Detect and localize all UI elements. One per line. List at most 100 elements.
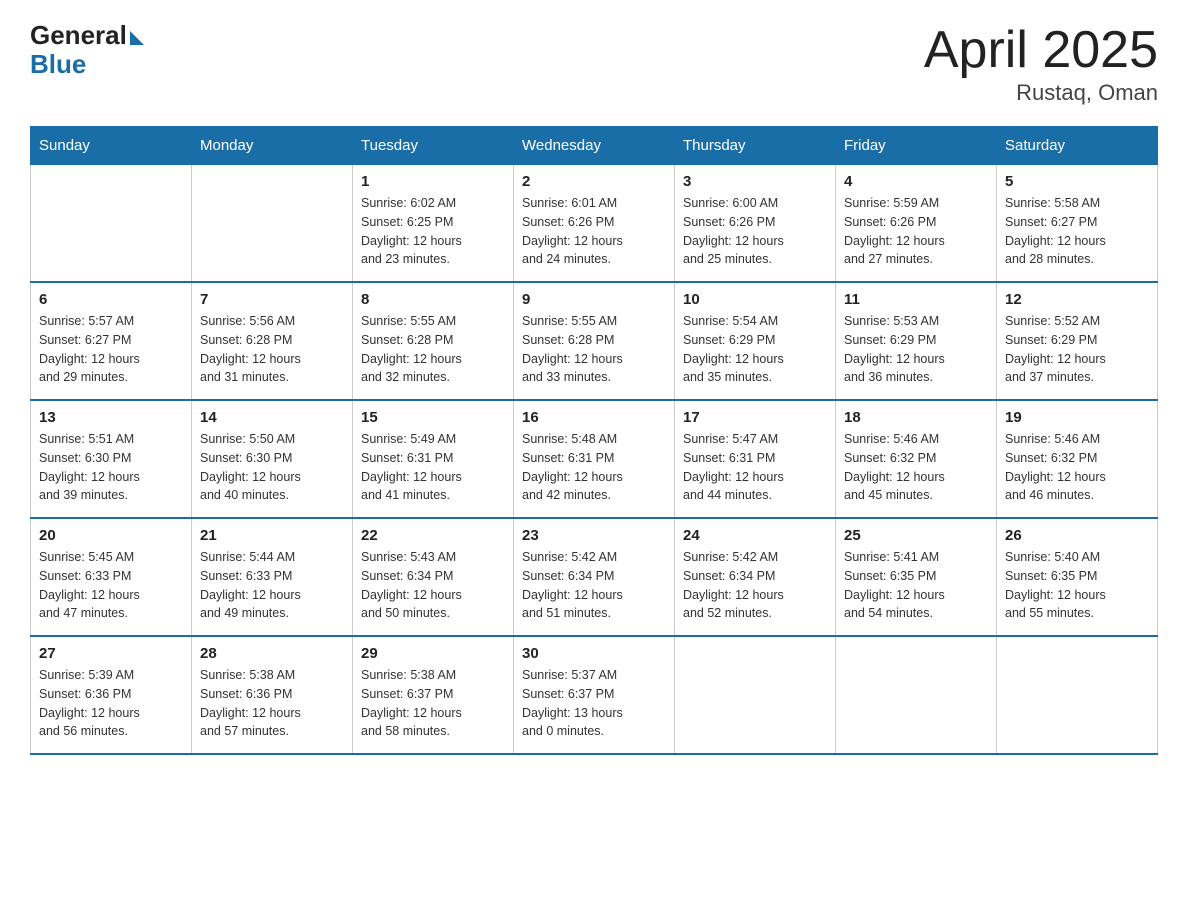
day-info: Sunrise: 5:45 AMSunset: 6:33 PMDaylight:… xyxy=(39,548,183,623)
day-number: 26 xyxy=(1005,527,1149,544)
calendar-cell: 3 Sunrise: 6:00 AMSunset: 6:26 PMDaylight… xyxy=(675,165,836,283)
calendar-week-row: 13 Sunrise: 5:51 AMSunset: 6:30 PMDayligh… xyxy=(31,400,1158,518)
calendar-day-header: Thursday xyxy=(675,127,836,165)
day-info: Sunrise: 5:59 AMSunset: 6:26 PMDaylight:… xyxy=(844,194,988,269)
day-number: 24 xyxy=(683,527,827,544)
day-info: Sunrise: 5:52 AMSunset: 6:29 PMDaylight:… xyxy=(1005,312,1149,387)
day-info: Sunrise: 5:50 AMSunset: 6:30 PMDaylight:… xyxy=(200,430,344,505)
calendar-cell: 12 Sunrise: 5:52 AMSunset: 6:29 PMDayligh… xyxy=(997,282,1158,400)
calendar-week-row: 20 Sunrise: 5:45 AMSunset: 6:33 PMDayligh… xyxy=(31,518,1158,636)
day-number: 4 xyxy=(844,173,988,190)
calendar-cell: 14 Sunrise: 5:50 AMSunset: 6:30 PMDayligh… xyxy=(192,400,353,518)
day-number: 22 xyxy=(361,527,505,544)
calendar-week-row: 27Sunrise: 5:39 AMSunset: 6:36 PMDayligh… xyxy=(31,636,1158,754)
day-number: 29 xyxy=(361,645,505,662)
day-info: Sunrise: 5:43 AMSunset: 6:34 PMDaylight:… xyxy=(361,548,505,623)
day-info: Sunrise: 6:01 AMSunset: 6:26 PMDaylight:… xyxy=(522,194,666,269)
page-title: April 2025 xyxy=(924,20,1158,80)
calendar-cell: 21 Sunrise: 5:44 AMSunset: 6:33 PMDayligh… xyxy=(192,518,353,636)
calendar-cell: 13 Sunrise: 5:51 AMSunset: 6:30 PMDayligh… xyxy=(31,400,192,518)
day-number: 10 xyxy=(683,291,827,308)
day-number: 18 xyxy=(844,409,988,426)
day-number: 21 xyxy=(200,527,344,544)
logo: General Blue xyxy=(30,20,144,80)
logo-blue-text: Blue xyxy=(30,49,86,80)
calendar-cell: 19 Sunrise: 5:46 AMSunset: 6:32 PMDayligh… xyxy=(997,400,1158,518)
calendar-cell: 2 Sunrise: 6:01 AMSunset: 6:26 PMDaylight… xyxy=(514,165,675,283)
calendar-cell: 8 Sunrise: 5:55 AMSunset: 6:28 PMDaylight… xyxy=(353,282,514,400)
logo-general-text: General xyxy=(30,20,127,51)
day-number: 8 xyxy=(361,291,505,308)
calendar-cell: 1Sunrise: 6:02 AMSunset: 6:25 PMDaylight… xyxy=(353,165,514,283)
day-info: Sunrise: 5:38 AMSunset: 6:37 PMDaylight:… xyxy=(361,666,505,741)
calendar-cell xyxy=(675,636,836,754)
day-number: 20 xyxy=(39,527,183,544)
calendar-cell: 15 Sunrise: 5:49 AMSunset: 6:31 PMDayligh… xyxy=(353,400,514,518)
title-block: April 2025 Rustaq, Oman xyxy=(924,20,1158,106)
day-info: Sunrise: 5:48 AMSunset: 6:31 PMDaylight:… xyxy=(522,430,666,505)
day-info: Sunrise: 5:47 AMSunset: 6:31 PMDaylight:… xyxy=(683,430,827,505)
day-info: Sunrise: 5:55 AMSunset: 6:28 PMDaylight:… xyxy=(522,312,666,387)
calendar-cell: 17 Sunrise: 5:47 AMSunset: 6:31 PMDayligh… xyxy=(675,400,836,518)
calendar-day-header: Friday xyxy=(836,127,997,165)
day-info: Sunrise: 5:42 AMSunset: 6:34 PMDaylight:… xyxy=(683,548,827,623)
calendar-cell xyxy=(997,636,1158,754)
day-number: 3 xyxy=(683,173,827,190)
calendar-header-row: SundayMondayTuesdayWednesdayThursdayFrid… xyxy=(31,127,1158,165)
day-info: Sunrise: 5:55 AMSunset: 6:28 PMDaylight:… xyxy=(361,312,505,387)
logo-arrow-icon xyxy=(130,31,144,45)
day-info: Sunrise: 5:56 AMSunset: 6:28 PMDaylight:… xyxy=(200,312,344,387)
calendar-cell: 6Sunrise: 5:57 AMSunset: 6:27 PMDaylight… xyxy=(31,282,192,400)
day-number: 12 xyxy=(1005,291,1149,308)
day-number: 17 xyxy=(683,409,827,426)
day-number: 2 xyxy=(522,173,666,190)
day-info: Sunrise: 6:00 AMSunset: 6:26 PMDaylight:… xyxy=(683,194,827,269)
day-info: Sunrise: 5:46 AMSunset: 6:32 PMDaylight:… xyxy=(1005,430,1149,505)
calendar-cell: 5 Sunrise: 5:58 AMSunset: 6:27 PMDaylight… xyxy=(997,165,1158,283)
day-number: 6 xyxy=(39,291,183,308)
day-info: Sunrise: 5:54 AMSunset: 6:29 PMDaylight:… xyxy=(683,312,827,387)
calendar-cell: 28 Sunrise: 5:38 AMSunset: 6:36 PMDayligh… xyxy=(192,636,353,754)
day-number: 15 xyxy=(361,409,505,426)
day-info: Sunrise: 5:49 AMSunset: 6:31 PMDaylight:… xyxy=(361,430,505,505)
day-info: Sunrise: 5:40 AMSunset: 6:35 PMDaylight:… xyxy=(1005,548,1149,623)
calendar-cell: 23 Sunrise: 5:42 AMSunset: 6:34 PMDayligh… xyxy=(514,518,675,636)
day-number: 14 xyxy=(200,409,344,426)
calendar-cell: 20 Sunrise: 5:45 AMSunset: 6:33 PMDayligh… xyxy=(31,518,192,636)
day-info: Sunrise: 5:53 AMSunset: 6:29 PMDaylight:… xyxy=(844,312,988,387)
calendar-cell: 22 Sunrise: 5:43 AMSunset: 6:34 PMDayligh… xyxy=(353,518,514,636)
day-info: Sunrise: 5:44 AMSunset: 6:33 PMDaylight:… xyxy=(200,548,344,623)
calendar-cell: 10 Sunrise: 5:54 AMSunset: 6:29 PMDayligh… xyxy=(675,282,836,400)
day-info: Sunrise: 5:51 AMSunset: 6:30 PMDaylight:… xyxy=(39,430,183,505)
day-number: 30 xyxy=(522,645,666,662)
page-header: General Blue April 2025 Rustaq, Oman xyxy=(30,20,1158,106)
calendar-cell: 25Sunrise: 5:41 AMSunset: 6:35 PMDayligh… xyxy=(836,518,997,636)
calendar-cell xyxy=(836,636,997,754)
day-info: Sunrise: 5:37 AMSunset: 6:37 PMDaylight:… xyxy=(522,666,666,741)
day-number: 19 xyxy=(1005,409,1149,426)
day-number: 5 xyxy=(1005,173,1149,190)
calendar-week-row: 1Sunrise: 6:02 AMSunset: 6:25 PMDaylight… xyxy=(31,165,1158,283)
day-info: Sunrise: 6:02 AMSunset: 6:25 PMDaylight:… xyxy=(361,194,505,269)
page-subtitle: Rustaq, Oman xyxy=(924,80,1158,106)
day-info: Sunrise: 5:46 AMSunset: 6:32 PMDaylight:… xyxy=(844,430,988,505)
day-info: Sunrise: 5:38 AMSunset: 6:36 PMDaylight:… xyxy=(200,666,344,741)
day-info: Sunrise: 5:42 AMSunset: 6:34 PMDaylight:… xyxy=(522,548,666,623)
calendar-cell: 18 Sunrise: 5:46 AMSunset: 6:32 PMDayligh… xyxy=(836,400,997,518)
day-number: 13 xyxy=(39,409,183,426)
calendar-cell: 4 Sunrise: 5:59 AMSunset: 6:26 PMDaylight… xyxy=(836,165,997,283)
day-number: 23 xyxy=(522,527,666,544)
calendar-day-header: Wednesday xyxy=(514,127,675,165)
day-number: 28 xyxy=(200,645,344,662)
day-info: Sunrise: 5:58 AMSunset: 6:27 PMDaylight:… xyxy=(1005,194,1149,269)
calendar-day-header: Saturday xyxy=(997,127,1158,165)
calendar-day-header: Monday xyxy=(192,127,353,165)
calendar-cell: 11 Sunrise: 5:53 AMSunset: 6:29 PMDayligh… xyxy=(836,282,997,400)
calendar-day-header: Sunday xyxy=(31,127,192,165)
day-number: 11 xyxy=(844,291,988,308)
day-number: 25 xyxy=(844,527,988,544)
calendar-day-header: Tuesday xyxy=(353,127,514,165)
calendar-cell: 16Sunrise: 5:48 AMSunset: 6:31 PMDayligh… xyxy=(514,400,675,518)
calendar-cell: 27Sunrise: 5:39 AMSunset: 6:36 PMDayligh… xyxy=(31,636,192,754)
calendar-table: SundayMondayTuesdayWednesdayThursdayFrid… xyxy=(30,126,1158,755)
